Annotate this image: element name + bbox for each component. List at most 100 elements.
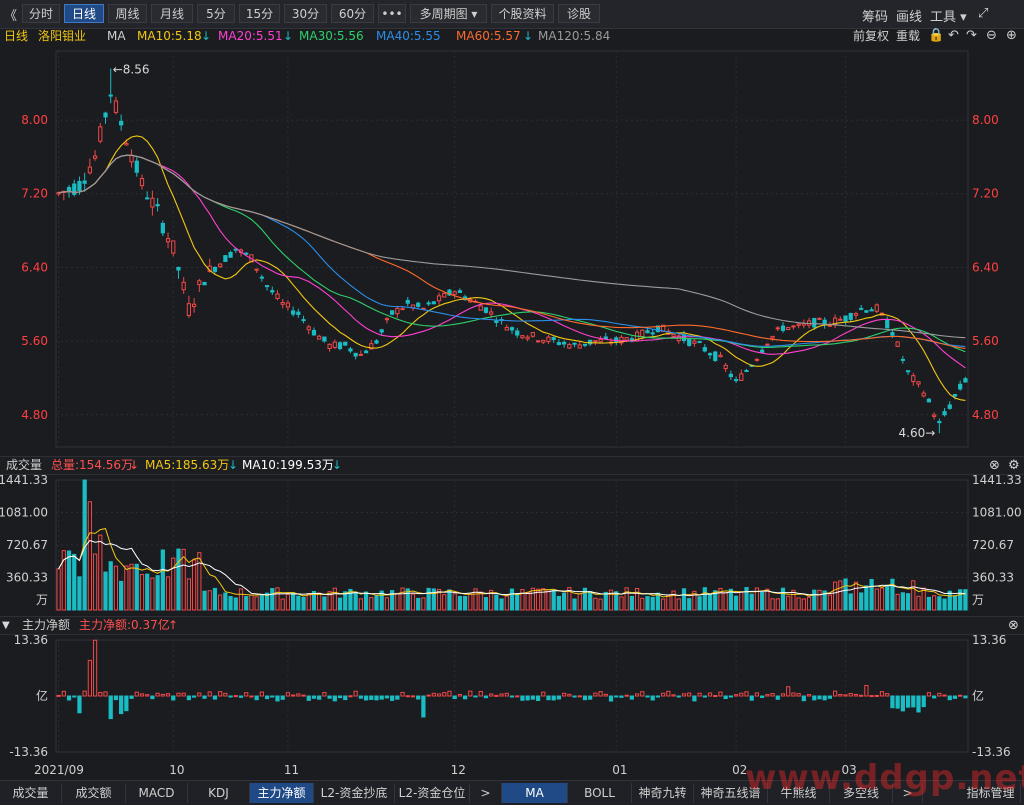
tab-magic-nine[interactable]: 神奇九转 — [632, 783, 694, 803]
candle-body — [577, 344, 582, 349]
tab-stock-profile[interactable]: 个股资料 — [491, 4, 554, 23]
flow-bar — [244, 692, 249, 697]
flow-bar — [577, 695, 582, 698]
tab-macd[interactable]: MACD — [126, 783, 188, 803]
tab-boll[interactable]: BOLL — [568, 783, 632, 803]
back-icon[interactable]: 《 — [4, 5, 17, 24]
volume-bar — [119, 580, 124, 611]
candle-body — [92, 155, 98, 159]
candle-body — [113, 100, 119, 113]
candle-body — [733, 379, 739, 382]
tab-kdj[interactable]: KDJ — [188, 783, 250, 803]
tab-monthly[interactable]: 月线 — [151, 4, 193, 23]
tab-more[interactable]: ••• — [378, 4, 406, 23]
tab-turnover[interactable]: 成交额 — [62, 783, 126, 803]
volume-bar — [332, 587, 337, 611]
flow-bar — [473, 695, 478, 698]
fullscreen-icon[interactable]: ⤢ — [978, 6, 988, 21]
flow-value-arrow: ↑ — [168, 618, 179, 632]
volume-bar — [244, 596, 249, 611]
volume-bar — [72, 553, 77, 611]
flow-bar — [322, 692, 327, 697]
volume-bar — [285, 593, 291, 611]
volume-tick-left: 360.33 — [6, 571, 48, 585]
candle-body — [155, 204, 160, 207]
lock-icon[interactable]: 🔒 — [928, 27, 944, 44]
price-chart[interactable]: 8.00 8.00 7.20 7.20 6.40 6.40 5.60 5.60 4.80 4.80… — [0, 45, 1024, 469]
candle-body — [129, 154, 134, 163]
collapse-icon[interactable]: ▼ — [2, 617, 10, 634]
candle-body — [436, 295, 442, 302]
close-icon[interactable]: ⊗ — [989, 457, 1000, 474]
flow-bar — [98, 691, 103, 697]
tab-timeshare[interactable]: 分时 — [22, 4, 60, 23]
candle-body — [405, 300, 410, 304]
flow-title: 主力净额 — [22, 618, 71, 632]
flow-bar — [728, 695, 733, 698]
zoom-in-icon[interactable]: ⊕ — [1006, 27, 1017, 44]
tools-menu[interactable]: 工具 ▾ — [930, 6, 967, 25]
candle-body — [285, 302, 291, 308]
candle-body — [442, 292, 447, 298]
candle-body — [864, 310, 869, 313]
close-icon-flow[interactable]: ⊗ — [1008, 617, 1019, 634]
candle-body — [254, 268, 259, 271]
flow-bar — [645, 695, 650, 698]
candle-body — [374, 340, 379, 344]
tab-5min[interactable]: 5分 — [197, 4, 235, 23]
tab-daily[interactable]: 日线 — [64, 4, 104, 23]
flow-bar — [890, 695, 895, 709]
candle-body — [952, 394, 958, 397]
candle-body — [379, 329, 384, 333]
candle-body — [551, 337, 556, 341]
reload-button[interactable]: 重载 — [896, 28, 920, 45]
tab-more-left[interactable]: > — [470, 783, 502, 803]
tab-main-flow[interactable]: 主力净额 — [250, 783, 314, 803]
candle-body — [603, 336, 608, 339]
redo-icon[interactable]: ↷ — [966, 27, 977, 44]
candle-body — [82, 180, 87, 184]
tab-l2-bottom[interactable]: L2-资金抄底 — [314, 783, 395, 803]
flow-bar — [66, 695, 72, 701]
chip-distribution-button[interactable]: 筹码 — [862, 6, 888, 25]
ma120-value: MA120:5.84 — [538, 29, 611, 43]
candle-body — [515, 330, 520, 336]
gear-icon[interactable]: ⚙ — [1008, 457, 1020, 474]
undo-icon[interactable]: ↶ — [948, 27, 959, 44]
volume-bar — [191, 559, 197, 611]
candle-body — [291, 310, 296, 315]
tab-30min[interactable]: 30分 — [284, 4, 327, 23]
volume-total-arrow: ↓ — [129, 458, 140, 472]
volume-tick-left: 万 — [36, 593, 48, 607]
tab-60min[interactable]: 60分 — [331, 4, 374, 23]
flow-bar — [859, 694, 864, 697]
adjust-mode[interactable]: 前复权 — [853, 28, 889, 45]
volume-bar — [838, 580, 843, 611]
volume-chart[interactable]: 1441.33 1441.33 1081.00 1081.00 720.67 720.67… — [0, 474, 1024, 614]
flow-bar — [817, 695, 822, 700]
flow-bar — [259, 691, 264, 697]
candle-body — [426, 302, 431, 305]
flow-bar — [937, 692, 942, 697]
candle-body — [384, 318, 390, 321]
tab-weekly[interactable]: 周线 — [108, 4, 147, 23]
tab-l2-position[interactable]: L2-资金仓位 — [395, 783, 470, 803]
flow-bar — [181, 692, 186, 697]
tab-15min[interactable]: 15分 — [239, 4, 280, 23]
draw-line-button[interactable]: 画线 — [896, 6, 922, 25]
zoom-out-icon[interactable]: ⊖ — [986, 27, 997, 44]
volume-bar — [952, 595, 958, 611]
tab-ma[interactable]: MA — [502, 783, 568, 803]
candle-body — [145, 197, 150, 200]
tab-volume[interactable]: 成交量 — [0, 783, 62, 803]
candle-body — [702, 347, 707, 352]
tab-multi-period[interactable]: 多周期图 ▾ — [410, 4, 487, 23]
volume-bar — [588, 590, 593, 611]
ma-label: MA — [107, 29, 126, 43]
volume-bar — [947, 590, 952, 611]
volume-bar — [98, 534, 103, 611]
volume-bar — [650, 596, 655, 611]
candle-body — [181, 281, 186, 291]
flow-bar — [666, 690, 671, 697]
tab-diagnose[interactable]: 诊股 — [558, 4, 600, 23]
